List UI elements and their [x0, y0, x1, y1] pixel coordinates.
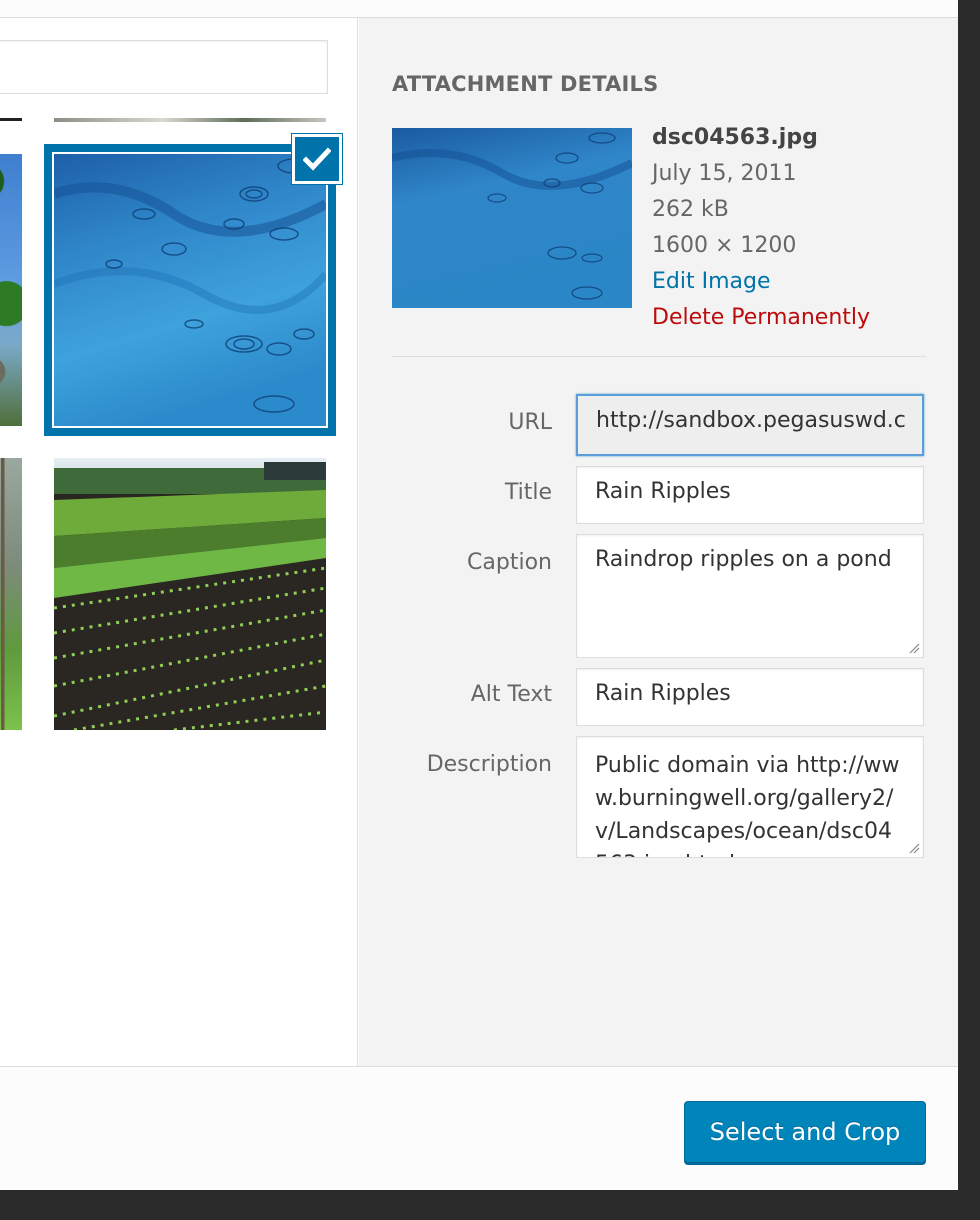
resize-handle-icon[interactable] — [908, 642, 920, 654]
media-library-panel — [0, 18, 358, 1066]
image-dimensions: 1600 × 1200 — [652, 233, 797, 258]
attachment-details-sidebar: ATTACHMENT DETAILS dsc04563.jpg July 15,… — [359, 18, 958, 1066]
search-input[interactable] — [0, 40, 328, 94]
attachment-meta: dsc04563.jpg July 15, 2011 262 kB 1600 ×… — [652, 120, 870, 336]
attachment-thumbnail[interactable] — [54, 458, 326, 730]
divider — [392, 356, 926, 357]
attachment-thumbnail-selected[interactable] — [44, 134, 342, 436]
attachment-thumbnail[interactable] — [0, 154, 22, 426]
attachment-thumbnail-partial[interactable] — [0, 118, 22, 121]
description-field[interactable]: Public domain via http://www.burningwell… — [576, 736, 924, 858]
description-text: Public domain via http://www.burningwell… — [595, 753, 900, 857]
file-name: dsc04563.jpg — [652, 125, 818, 150]
modal-footer: Select and Crop — [0, 1066, 958, 1190]
thumbnail-image — [52, 152, 328, 428]
title-label: Title — [504, 480, 552, 505]
delete-permanently-link[interactable]: Delete Permanently — [652, 300, 870, 336]
water-ripples-image — [54, 154, 326, 426]
farm-field-image — [54, 458, 326, 730]
edit-image-link[interactable]: Edit Image — [652, 264, 870, 300]
caption-text: Raindrop ripples on a pond — [595, 547, 892, 572]
select-and-crop-button[interactable]: Select and Crop — [684, 1101, 926, 1163]
alt-text-label: Alt Text — [470, 682, 552, 707]
upload-date: July 15, 2011 — [652, 161, 797, 186]
attachment-thumbnail[interactable] — [0, 458, 22, 730]
file-size: 262 kB — [652, 197, 729, 222]
media-modal: ATTACHMENT DETAILS dsc04563.jpg July 15,… — [0, 0, 958, 1190]
attachment-details-heading: ATTACHMENT DETAILS — [392, 72, 659, 96]
url-field[interactable]: http://sandbox.pegasuswd.c — [576, 394, 924, 456]
modal-top-bar — [0, 0, 958, 18]
title-field[interactable]: Rain Ripples — [576, 466, 924, 524]
checkmark-icon[interactable] — [292, 134, 342, 184]
caption-field[interactable]: Raindrop ripples on a pond — [576, 534, 924, 658]
description-label: Description — [426, 752, 552, 777]
caption-label: Caption — [467, 550, 552, 575]
attachment-preview-image — [392, 128, 632, 308]
url-label: URL — [508, 410, 552, 435]
attachment-thumbnail-partial[interactable] — [54, 118, 326, 122]
alt-text-field[interactable]: Rain Ripples — [576, 668, 924, 726]
resize-handle-icon[interactable] — [908, 842, 920, 854]
